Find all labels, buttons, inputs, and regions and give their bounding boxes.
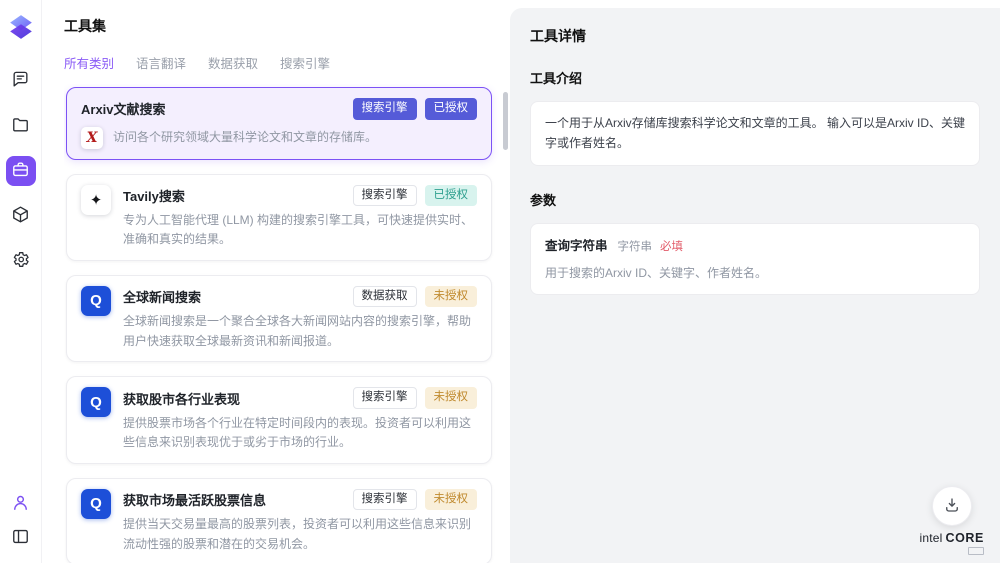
auth-badge: 未授权 [425, 489, 478, 511]
stock-sector-icon: Q [81, 387, 111, 417]
tool-card-arxiv[interactable]: Arxiv文献搜索 搜索引擎 已授权 X 访问各个研究领域大量科学论文和文章的存… [66, 87, 492, 160]
tool-card-most-active-stocks[interactable]: Q 获取市场最活跃股票信息 搜索引擎 未授权 提供当天交易量最高的股票列表，投资… [66, 478, 492, 563]
tool-card-global-news[interactable]: Q 全球新闻搜索 数据获取 未授权 全球新闻搜索是一个聚合全球各大新闻网站内容的… [66, 275, 492, 362]
intro-heading: 工具介绍 [530, 68, 980, 87]
active-stocks-icon: Q [81, 489, 111, 519]
app-window: 工具集 所有类别 语言翻译 数据获取 搜索引擎 Arxiv文献搜索 搜索引擎 已… [0, 0, 1000, 563]
parameter-required-badge: 必填 [660, 238, 683, 254]
tool-card-title: Arxiv文献搜索 [81, 99, 166, 118]
tool-list-panel: 工具集 所有类别 语言翻译 数据获取 搜索引擎 Arxiv文献搜索 搜索引擎 已… [42, 0, 510, 563]
tab-search-engine[interactable]: 搜索引擎 [280, 53, 330, 72]
intel-wordmark: intel [919, 531, 942, 545]
auth-badge: 未授权 [425, 286, 478, 308]
sidebar-item-user[interactable] [6, 489, 36, 519]
tool-intro-text: 一个用于从Arxiv存储库搜索科学论文和文章的工具。 输入可以是Arxiv ID… [545, 113, 965, 154]
detail-title: 工具详情 [530, 26, 980, 46]
parameter-type: 字符串 [618, 238, 653, 254]
params-heading: 参数 [530, 190, 980, 209]
download-icon [943, 496, 961, 517]
tool-card-title: 全球新闻搜索 [123, 287, 201, 306]
tool-card-description: 全球新闻搜索是一个聚合全球各大新闻网站内容的搜索引擎，帮助用户快速获取全球最新资… [123, 312, 477, 351]
parameter-card: 查询字符串 字符串 必填 用于搜索的Arxiv ID、关键字、作者姓名。 [530, 223, 980, 295]
sidebar-item-settings[interactable] [6, 246, 36, 276]
intel-sub-badge [968, 547, 984, 555]
core-wordmark: CORE [945, 531, 984, 545]
briefcase-icon [11, 160, 30, 182]
sidebar-item-files[interactable] [6, 111, 36, 141]
category-tabs: 所有类别 语言翻译 数据获取 搜索引擎 [64, 53, 510, 72]
page-title: 工具集 [64, 16, 510, 36]
sidebar [0, 0, 42, 563]
tool-card-sector-performance[interactable]: Q 获取股市各行业表现 搜索引擎 未授权 提供股票市场各个行业在特定时间段内的表… [66, 376, 492, 463]
app-logo-icon[interactable] [8, 14, 34, 40]
sidebar-item-chat[interactable] [6, 66, 36, 96]
layout-columns-icon [11, 527, 30, 549]
tool-detail-panel: 工具详情 工具介绍 一个用于从Arxiv存储库搜索科学论文和文章的工具。 输入可… [510, 8, 1000, 563]
chat-icon [11, 70, 30, 92]
list-scrollbar-thumb[interactable] [503, 92, 508, 150]
category-badge: 搜索引擎 [353, 489, 417, 511]
tool-card-description: 专为人工智能代理 (LLM) 构建的搜索引擎工具，可快速提供实时、准确和真实的结… [123, 211, 477, 250]
category-badge: 数据获取 [353, 286, 417, 308]
global-news-icon: Q [81, 286, 111, 316]
tab-all-categories[interactable]: 所有类别 [64, 53, 114, 72]
tab-data-fetching[interactable]: 数据获取 [208, 53, 258, 72]
tool-card-description: 提供当天交易量最高的股票列表，投资者可以利用这些信息来识别流动性强的股票和潜在的… [123, 515, 477, 554]
auth-badge: 已授权 [425, 98, 478, 120]
parameter-name: 查询字符串 [545, 235, 608, 254]
download-button[interactable] [932, 486, 972, 526]
gear-icon [11, 250, 30, 272]
sidebar-bottom [6, 489, 36, 553]
tool-card-title: Tavily搜索 [123, 186, 185, 205]
category-badge: 搜索引擎 [353, 98, 417, 120]
tavily-icon: ✦ [81, 185, 111, 215]
arxiv-icon: X [81, 127, 103, 149]
sidebar-item-tools[interactable] [6, 156, 36, 186]
tool-card-tavily[interactable]: ✦ Tavily搜索 搜索引擎 已授权 专为人工智能代理 (LLM) 构建的搜索… [66, 174, 492, 261]
parameter-description: 用于搜索的Arxiv ID、关键字、作者姓名。 [545, 264, 965, 283]
category-badge: 搜索引擎 [353, 185, 417, 207]
auth-badge: 已授权 [425, 185, 478, 207]
floating-actions: intel CORE [919, 486, 984, 555]
tool-card-description: 提供股票市场各个行业在特定时间段内的表现。投资者可以利用这些信息来识别表现优于或… [123, 414, 477, 453]
user-icon [11, 493, 30, 515]
sidebar-item-packages[interactable] [6, 201, 36, 231]
tab-language-translation[interactable]: 语言翻译 [136, 53, 186, 72]
folder-icon [11, 115, 30, 137]
sidebar-nav [6, 66, 36, 276]
tool-intro-card: 一个用于从Arxiv存储库搜索科学论文和文章的工具。 输入可以是Arxiv ID… [530, 101, 980, 166]
category-badge: 搜索引擎 [353, 387, 417, 409]
tool-card-description: 访问各个研究领域大量科学论文和文章的存储库。 [113, 128, 377, 147]
tool-card-title: 获取市场最活跃股票信息 [123, 490, 266, 509]
auth-badge: 未授权 [425, 387, 478, 409]
cube-icon [11, 205, 30, 227]
tool-card-list: Arxiv文献搜索 搜索引擎 已授权 X 访问各个研究领域大量科学论文和文章的存… [64, 84, 510, 563]
intel-core-logo: intel CORE [919, 531, 984, 555]
tool-card-title: 获取股市各行业表现 [123, 389, 240, 408]
sidebar-item-panel-toggle[interactable] [6, 523, 36, 553]
